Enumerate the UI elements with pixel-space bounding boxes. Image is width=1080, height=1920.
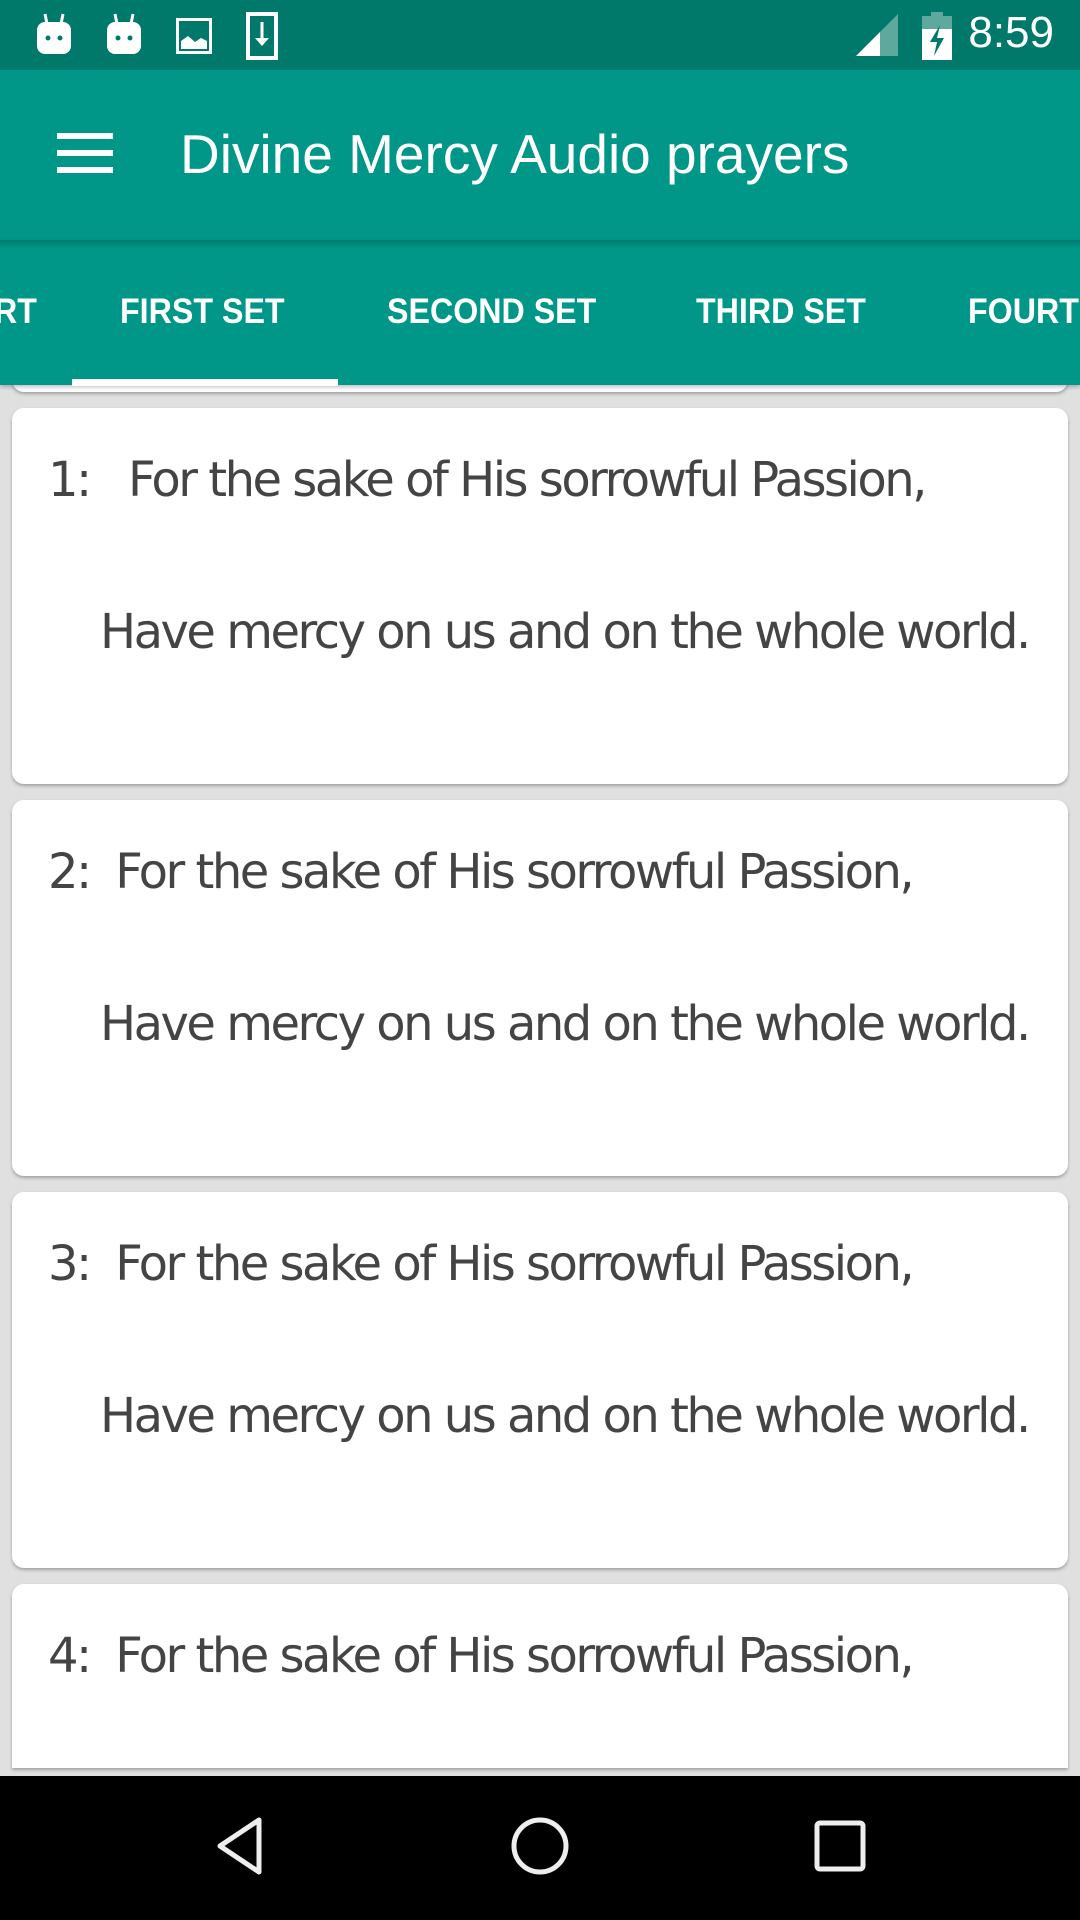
menu-button[interactable] (40, 120, 130, 190)
cell-signal-icon (856, 14, 898, 62)
download-icon (246, 12, 278, 64)
app-toolbar: Divine Mercy Audio prayers (0, 70, 1080, 240)
tab-bar: RT FIRST SET SECOND SET THIRD SET FOURT (0, 240, 1080, 385)
home-button[interactable] (480, 1798, 600, 1898)
system-nav-bar (0, 1776, 1080, 1920)
home-icon (510, 1816, 570, 1880)
tab-fourth-set-partial[interactable]: FOURT (968, 292, 1079, 342)
prayer-text: 2: For the sake of His sorrowful Passion… (48, 834, 1032, 1062)
prayer-card[interactable]: 1: For the sake of His sorrowful Passion… (12, 408, 1068, 784)
tab-second-set[interactable]: SECOND SET (387, 292, 596, 342)
tab-third-set[interactable]: THIRD SET (696, 292, 866, 342)
tab-first-set[interactable]: FIRST SET (120, 292, 285, 342)
prayer-line-2: Have mercy on us and on the whole world. (100, 996, 1031, 1052)
prayer-line-2: Have mercy on us and on the whole world. (100, 604, 1031, 660)
prayer-card[interactable]: 3: For the sake of His sorrowful Passion… (12, 1192, 1068, 1568)
prayer-line-1: For the sake of His sorrowful Passion, (115, 1628, 914, 1684)
status-bar: 8:59 (0, 0, 1080, 70)
image-icon (176, 18, 212, 58)
prayer-line-1: For the sake of His sorrowful Passion, (128, 452, 927, 508)
prayer-card[interactable]: 2: For the sake of His sorrowful Passion… (12, 800, 1068, 1176)
prayer-line-1: For the sake of His sorrowful Passion, (115, 844, 914, 900)
back-icon (214, 1816, 266, 1880)
recents-button[interactable] (780, 1798, 900, 1898)
clock: 8:59 (968, 8, 1054, 57)
app-title: Divine Mercy Audio prayers (180, 123, 850, 185)
hamburger-menu-icon (57, 133, 113, 177)
prayer-number: 4: (48, 1628, 92, 1684)
prayer-number: 2: (48, 844, 92, 900)
prayer-text: 1: For the sake of His sorrowful Passion… (48, 442, 1032, 670)
tab-partial-left[interactable]: RT (0, 292, 37, 342)
selected-tab-indicator (72, 379, 338, 386)
battery-charging-icon (922, 12, 952, 64)
prayer-card[interactable]: 4: For the sake of His sorrowful Passion… (12, 1584, 1068, 1768)
prayer-number: 3: (48, 1236, 92, 1292)
back-button[interactable] (180, 1798, 300, 1898)
prayer-number: 1: (48, 452, 92, 508)
android-notification-icon (36, 12, 72, 60)
toolbar-shadow (0, 240, 1080, 248)
android-notification-icon (106, 12, 142, 60)
prayer-text: 3: For the sake of His sorrowful Passion… (48, 1226, 1032, 1454)
prayer-text: 4: For the sake of His sorrowful Passion… (48, 1618, 1032, 1694)
prayer-line-2: Have mercy on us and on the whole world. (100, 1388, 1031, 1444)
recents-icon (814, 1820, 866, 1876)
prayer-line-1: For the sake of His sorrowful Passion, (115, 1236, 914, 1292)
